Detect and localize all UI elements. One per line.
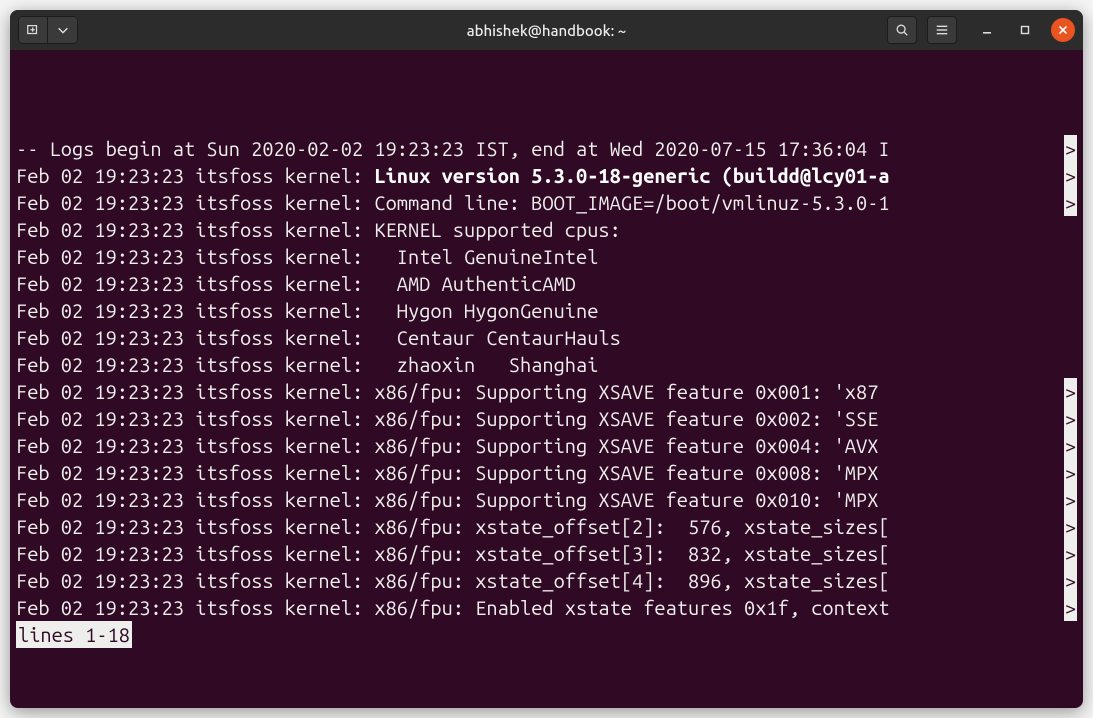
pager-status-line: lines 1-18 bbox=[16, 621, 1077, 648]
log-prefix: Feb 02 19:23:23 itsfoss kernel: bbox=[16, 218, 374, 241]
log-message: AMD AuthenticAMD bbox=[374, 272, 576, 295]
log-message: x86/fpu: Supporting XSAVE feature 0x010:… bbox=[374, 488, 889, 511]
log-prefix: Feb 02 19:23:23 itsfoss kernel: bbox=[16, 488, 374, 511]
log-prefix: Feb 02 19:23:23 itsfoss kernel: bbox=[16, 515, 374, 538]
tab-menu-button[interactable] bbox=[48, 16, 78, 44]
log-prefix: Feb 02 19:23:23 itsfoss kernel: bbox=[16, 434, 374, 457]
log-line: Feb 02 19:23:23 itsfoss kernel: Command … bbox=[16, 189, 1077, 216]
log-message: x86/fpu: Enabled xstate features 0x1f, c… bbox=[374, 596, 889, 619]
log-prefix: Feb 02 19:23:23 itsfoss kernel: bbox=[16, 542, 374, 565]
log-message: x86/fpu: Supporting XSAVE feature 0x001:… bbox=[374, 380, 889, 403]
log-message: x86/fpu: Supporting XSAVE feature 0x002:… bbox=[374, 407, 889, 430]
pager-status: lines 1-18 bbox=[16, 621, 132, 648]
log-message: Command line: BOOT_IMAGE=/boot/vmlinuz-5… bbox=[374, 191, 889, 214]
log-message: x86/fpu: Supporting XSAVE feature 0x008:… bbox=[374, 461, 889, 484]
log-prefix: Feb 02 19:23:23 itsfoss kernel: bbox=[16, 191, 374, 214]
log-prefix: Feb 02 19:23:23 itsfoss kernel: bbox=[16, 353, 374, 376]
log-line: Feb 02 19:23:23 itsfoss kernel: x86/fpu:… bbox=[16, 567, 1077, 594]
log-line: Feb 02 19:23:23 itsfoss kernel: AMD Auth… bbox=[16, 270, 1077, 297]
log-line: Feb 02 19:23:23 itsfoss kernel: x86/fpu:… bbox=[16, 459, 1077, 486]
log-line: Feb 02 19:23:23 itsfoss kernel: Hygon Hy… bbox=[16, 297, 1077, 324]
log-message: x86/fpu: Supporting XSAVE feature 0x004:… bbox=[374, 434, 889, 457]
window-controls bbox=[975, 18, 1075, 42]
log-line: Feb 02 19:23:23 itsfoss kernel: zhaoxin … bbox=[16, 351, 1077, 378]
new-tab-button[interactable] bbox=[18, 16, 48, 44]
log-message: Centaur CentaurHauls bbox=[374, 326, 620, 349]
log-prefix: Feb 02 19:23:23 itsfoss kernel: bbox=[16, 326, 374, 349]
window-title: abhishek@handbook: ~ bbox=[467, 22, 627, 39]
terminal-window: abhishek@handbook: ~ -- Lo bbox=[10, 10, 1083, 708]
log-message: x86/fpu: xstate_offset[2]: 576, xstate_s… bbox=[374, 515, 889, 538]
minimize-button[interactable] bbox=[975, 18, 999, 42]
log-line: Feb 02 19:23:23 itsfoss kernel: Linux ve… bbox=[16, 162, 1077, 189]
maximize-icon bbox=[1020, 25, 1030, 35]
log-line: Feb 02 19:23:23 itsfoss kernel: x86/fpu:… bbox=[16, 513, 1077, 540]
log-message: x86/fpu: xstate_offset[3]: 832, xstate_s… bbox=[374, 542, 889, 565]
hamburger-icon bbox=[935, 23, 949, 37]
log-prefix: Feb 02 19:23:23 itsfoss kernel: bbox=[16, 380, 374, 403]
log-line: Feb 02 19:23:23 itsfoss kernel: x86/fpu:… bbox=[16, 486, 1077, 513]
titlebar-left bbox=[18, 16, 78, 44]
log-message: Linux version 5.3.0-18-generic (buildd@l… bbox=[374, 164, 889, 187]
close-button[interactable] bbox=[1051, 18, 1075, 42]
log-line: Feb 02 19:23:23 itsfoss kernel: x86/fpu:… bbox=[16, 594, 1077, 621]
menu-button[interactable] bbox=[927, 16, 957, 44]
new-tab-icon bbox=[26, 23, 40, 37]
titlebar-right bbox=[887, 16, 1075, 44]
log-line: -- Logs begin at Sun 2020-02-02 19:23:23… bbox=[16, 135, 1077, 162]
log-line: Feb 02 19:23:23 itsfoss kernel: Intel Ge… bbox=[16, 243, 1077, 270]
log-prefix: Feb 02 19:23:23 itsfoss kernel: bbox=[16, 164, 374, 187]
log-message: -- Logs begin at Sun 2020-02-02 19:23:23… bbox=[16, 137, 890, 160]
terminal-output[interactable]: -- Logs begin at Sun 2020-02-02 19:23:23… bbox=[10, 50, 1083, 708]
chevron-down-icon bbox=[56, 23, 70, 37]
log-prefix: Feb 02 19:23:23 itsfoss kernel: bbox=[16, 299, 374, 322]
titlebar: abhishek@handbook: ~ bbox=[10, 10, 1083, 50]
log-line: Feb 02 19:23:23 itsfoss kernel: x86/fpu:… bbox=[16, 540, 1077, 567]
log-prefix: Feb 02 19:23:23 itsfoss kernel: bbox=[16, 461, 374, 484]
search-icon bbox=[895, 23, 909, 37]
minimize-icon bbox=[982, 25, 992, 35]
log-message: Hygon HygonGenuine bbox=[374, 299, 598, 322]
log-line: Feb 02 19:23:23 itsfoss kernel: x86/fpu:… bbox=[16, 378, 1077, 405]
log-line: Feb 02 19:23:23 itsfoss kernel: Centaur … bbox=[16, 324, 1077, 351]
log-message: KERNEL supported cpus: bbox=[374, 218, 620, 241]
log-prefix: Feb 02 19:23:23 itsfoss kernel: bbox=[16, 245, 374, 268]
log-line: Feb 02 19:23:23 itsfoss kernel: x86/fpu:… bbox=[16, 432, 1077, 459]
close-icon bbox=[1058, 25, 1068, 35]
maximize-button[interactable] bbox=[1013, 18, 1037, 42]
log-line: Feb 02 19:23:23 itsfoss kernel: KERNEL s… bbox=[16, 216, 1077, 243]
log-message: zhaoxin Shanghai bbox=[374, 353, 598, 376]
log-prefix: Feb 02 19:23:23 itsfoss kernel: bbox=[16, 596, 374, 619]
log-prefix: Feb 02 19:23:23 itsfoss kernel: bbox=[16, 407, 374, 430]
log-prefix: Feb 02 19:23:23 itsfoss kernel: bbox=[16, 272, 374, 295]
search-button[interactable] bbox=[887, 16, 917, 44]
log-message: Intel GenuineIntel bbox=[374, 245, 598, 268]
log-line: Feb 02 19:23:23 itsfoss kernel: x86/fpu:… bbox=[16, 405, 1077, 432]
